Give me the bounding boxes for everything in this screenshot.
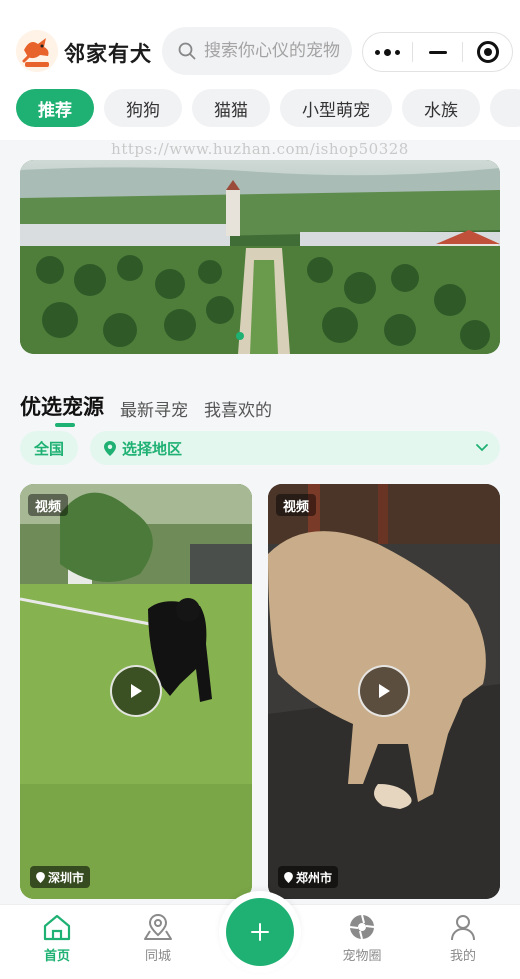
minimize-button[interactable] [413, 33, 462, 71]
location-pin-icon [104, 440, 117, 456]
home-icon [43, 914, 71, 941]
chevron-down-icon [476, 444, 488, 452]
tab-featured[interactable]: 优选宠源 [20, 391, 104, 421]
region-label: 选择地区 [122, 439, 183, 458]
category-cats[interactable]: 猫猫 [192, 89, 270, 127]
play-icon [131, 684, 142, 698]
tab-profile[interactable]: 我的 [423, 913, 503, 964]
header: 邻家有犬 推荐 狗狗 猫猫 小型萌宠 水 [0, 0, 520, 140]
tab-home[interactable]: 首页 [17, 913, 97, 964]
location-label: 郑州市 [296, 870, 333, 885]
search-bar[interactable] [162, 27, 352, 75]
tab-label: 同城 [144, 949, 171, 964]
play-button[interactable] [110, 665, 162, 717]
pet-card[interactable]: 视频 深圳市 [20, 484, 252, 899]
tab-label: 宠物圈 [342, 949, 382, 964]
tab-label: 我的 [449, 949, 476, 964]
tab-latest[interactable]: 最新寻宠 [120, 396, 188, 421]
category-recommend[interactable]: 推荐 [16, 89, 94, 127]
tab-favorites[interactable]: 我喜欢的 [204, 396, 272, 421]
close-button[interactable] [463, 33, 512, 71]
tab-nearby[interactable]: 同城 [118, 913, 198, 964]
add-post-button[interactable] [226, 898, 294, 966]
close-target-icon [476, 41, 499, 63]
search-icon [178, 42, 196, 60]
filter-bar: 全国 选择地区 [20, 431, 500, 465]
minimize-icon [428, 50, 447, 54]
app-name: 邻家有犬 [64, 42, 152, 66]
carousel-indicator[interactable] [236, 332, 244, 340]
region-select[interactable]: 选择地区 [90, 431, 500, 465]
scope-chip[interactable]: 全国 [20, 431, 79, 465]
video-tag: 视频 [276, 494, 317, 516]
banner-image [20, 160, 500, 354]
more-dots-icon [375, 48, 400, 56]
category-bar: 推荐 狗狗 猫猫 小型萌宠 水族 [16, 89, 520, 127]
play-icon [379, 684, 390, 698]
mini-program-capsule [362, 32, 513, 72]
tab-pet-circle[interactable]: 宠物圈 [322, 913, 402, 964]
category-aquatic[interactable]: 水族 [402, 89, 480, 127]
video-tag: 视频 [28, 494, 69, 516]
location-badge: 郑州市 [278, 866, 339, 888]
category-dogs[interactable]: 狗狗 [104, 89, 182, 127]
location-pin-icon [284, 871, 293, 883]
active-tab-indicator [55, 423, 75, 427]
search-input[interactable] [204, 41, 344, 61]
section-tabs: 优选宠源 最新寻宠 我喜欢的 [20, 391, 272, 421]
category-more[interactable] [490, 89, 520, 127]
map-pin-icon [144, 913, 172, 940]
plus-icon [251, 923, 269, 941]
location-badge: 深圳市 [30, 866, 91, 888]
more-button[interactable] [363, 33, 412, 71]
location-pin-icon [36, 871, 45, 883]
page: 邻家有犬 推荐 狗狗 猫猫 小型萌宠 水 [0, 0, 520, 979]
play-button[interactable] [358, 665, 410, 717]
dog-logo-icon [16, 30, 58, 72]
category-small-pets[interactable]: 小型萌宠 [280, 89, 392, 127]
watermark: https://www.huzhan.com/ishop50328 [111, 140, 409, 158]
pet-card[interactable]: 视频 郑州市 [268, 484, 500, 899]
aperture-icon [349, 914, 375, 940]
location-label: 深圳市 [48, 870, 85, 885]
tab-label: 首页 [43, 949, 70, 964]
user-icon [451, 915, 475, 941]
banner-carousel[interactable] [20, 160, 500, 354]
